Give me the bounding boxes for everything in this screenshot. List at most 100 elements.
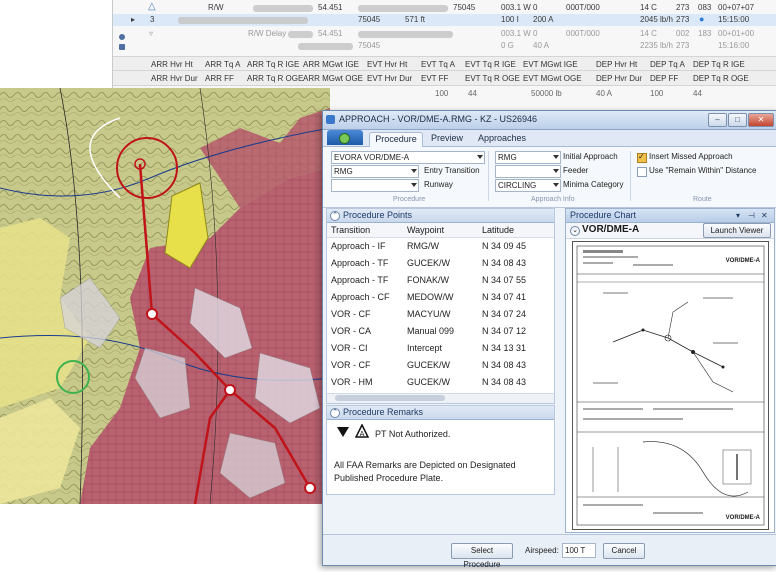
expand-icon[interactable] [119, 44, 125, 50]
minima-category-combo[interactable]: CIRCLING [495, 179, 561, 192]
tab-procedure[interactable]: Procedure [369, 132, 423, 147]
dropdown-arrow-icon [553, 155, 559, 159]
maximize-button[interactable]: □ [728, 113, 747, 127]
column-waypoint[interactable]: Waypoint [407, 225, 444, 235]
feeder-combo[interactable] [495, 165, 561, 178]
initial-approach-label: Initial Approach [563, 152, 618, 161]
select-procedure-button[interactable]: Select Procedure [451, 543, 513, 569]
grid-cell: 2045 lb/h [640, 15, 673, 24]
procedure-points-panel: ⌃ Procedure Points Transition Waypoint L… [326, 208, 555, 404]
waypoint-cell: MACYU/W [407, 309, 451, 319]
expand-icon[interactable] [119, 34, 125, 40]
grid-cell: 273 [676, 41, 690, 50]
waypoint-cell: MEDOW/W [407, 292, 454, 302]
latitude-cell: N 34 08 43 [482, 360, 527, 370]
cancel-button[interactable]: Cancel [603, 543, 645, 559]
app-menu-button[interactable] [327, 130, 363, 145]
transition-cell: Approach - IF [331, 241, 386, 251]
procedure-point-row[interactable]: VOR - CF GUCEK/W N 34 08 43 [327, 357, 554, 374]
window-titlebar[interactable]: APPROACH - VOR/DME-A.RMG - KZ - US26946 … [323, 111, 776, 130]
procedure-remarks-header[interactable]: ⌃ Procedure Remarks [327, 406, 554, 420]
airspeed-label: Airspeed: [525, 546, 559, 555]
plate-title-top: VOR/DME-A [725, 258, 760, 264]
procedure-point-row[interactable]: Approach - IF RMG/W N 34 09 45 [327, 238, 554, 255]
insert-missed-approach-label: Insert Missed Approach [649, 152, 733, 161]
grid-cell: 75045 [358, 15, 381, 24]
latitude-cell: N 34 07 12 [482, 326, 527, 336]
window-title: APPROACH - VOR/DME-A.RMG - KZ - US26946 [339, 114, 538, 124]
procedure-point-row[interactable]: Approach - TF GUCEK/W N 34 08 43 [327, 255, 554, 272]
procedure-point-row[interactable]: VOR - CF MACYU/W N 34 07 24 [327, 306, 554, 323]
transition-cell: VOR - CI [331, 343, 368, 353]
transition-cell: Approach - TF [331, 275, 389, 285]
column-latitude[interactable]: Latitude [482, 225, 514, 235]
dropdown-arrow-icon [553, 169, 559, 173]
tab-approaches[interactable]: Approaches [473, 132, 531, 146]
procedure-points-header[interactable]: ⌃ Procedure Points [327, 209, 554, 223]
grid-cell: 000T/000 [566, 3, 600, 12]
collapse-icon[interactable]: ⌃ [330, 408, 340, 418]
procedure-point-row[interactable]: Approach - TF FONAK/W N 34 07 55 [327, 272, 554, 289]
procedure-combo[interactable]: EVORA VOR/DME-A [331, 151, 485, 164]
launch-viewer-button[interactable]: Launch Viewer [703, 223, 771, 238]
window-footer: Select Procedure Airspeed: 100 T Cancel [323, 534, 776, 569]
waypoint-cell: FONAK/W [407, 275, 449, 285]
grid-cell: 15:16:00 [718, 41, 750, 50]
transition-cell: VOR - CF [331, 360, 371, 370]
column-transition[interactable]: Transition [331, 225, 370, 235]
info-icon[interactable]: ● [699, 14, 704, 24]
grid-cell: 273 [676, 15, 690, 24]
chart-expand-icon[interactable]: ⌄ [570, 226, 580, 236]
close-button[interactable]: ✕ [748, 113, 774, 127]
latitude-cell: N 34 07 24 [482, 309, 527, 319]
waypoint-cell: Intercept [407, 343, 443, 353]
initial-approach-combo[interactable]: RMG [495, 151, 561, 164]
procedure-remarks-panel: ⌃ Procedure Remarks A PT Not Authorized.… [326, 405, 555, 495]
dock-icon[interactable]: ⊣ [748, 209, 755, 222]
pin-icon[interactable]: ▾ [736, 209, 740, 222]
pt-not-authorized-text: PT Not Authorized. [375, 429, 451, 439]
scrollbar-thumb[interactable] [335, 395, 445, 401]
approach-plate[interactable]: VOR/DME-A VOR/DME-A [572, 241, 769, 530]
grid-cell: 100 I [501, 15, 519, 24]
transition-cell: Approach - TF [331, 258, 389, 268]
insert-missed-approach-checkbox[interactable] [637, 152, 647, 163]
procedure-point-row[interactable]: VOR - HM GUCEK/W N 34 08 43 [327, 374, 554, 391]
remain-within-checkbox[interactable] [637, 167, 647, 177]
dropdown-arrow-icon [411, 183, 417, 187]
close-pane-icon[interactable]: ✕ [761, 209, 768, 222]
grid-cell: 000T/000 [566, 29, 600, 38]
airspeed-input[interactable]: 100 T [562, 543, 596, 558]
waypoint-cell: GUCEK/W [407, 377, 451, 387]
grid-row[interactable]: ▿ R/W Delay 54.451 003.1 W 0 000T/000 14… [113, 28, 776, 40]
grid-cell: 0 [533, 29, 538, 38]
grid-cell: 0 G [501, 41, 514, 50]
grid-cell: 00+01+00 [718, 29, 755, 38]
procedure-point-row[interactable]: Approach - CF MEDOW/W N 34 07 41 [327, 289, 554, 306]
procedure-chart-header[interactable]: Procedure Chart ▾ ⊣ ✕ [566, 209, 774, 223]
procedure-chart-panel: Procedure Chart ▾ ⊣ ✕ ⌄ VOR/DME-A Launch… [565, 208, 775, 533]
grid-row[interactable]: △ R/W 54.451 75045 003.1 W 0 000T/000 14… [113, 1, 776, 14]
dropdown-arrow-icon [477, 155, 483, 159]
grid-cell: 3 [150, 15, 155, 24]
horizontal-scrollbar[interactable] [327, 393, 554, 403]
svg-text:A: A [360, 430, 365, 438]
procedure-point-row[interactable]: VOR - CI Intercept N 34 13 31 [327, 340, 554, 357]
grid-cell: 40 A [533, 41, 550, 50]
sectional-map[interactable] [0, 88, 330, 504]
collapse-icon[interactable]: ⌃ [330, 211, 340, 221]
app-orb-icon [339, 133, 350, 144]
app-icon [326, 115, 335, 124]
runway-combo[interactable] [331, 179, 419, 192]
grid-row[interactable]: 75045 0 G 40 A 2235 lb/h 273 15:16:00 [113, 40, 776, 52]
procedure-point-row[interactable]: VOR - CA Manual 099 N 34 07 12 [327, 323, 554, 340]
feeder-label: Feeder [563, 166, 589, 175]
map-canvas [0, 88, 330, 504]
grid-cell: 14 C [640, 29, 657, 38]
transition-cell: VOR - CF [331, 309, 371, 319]
minimize-button[interactable]: – [708, 113, 727, 127]
entry-transition-combo[interactable]: RMG [331, 165, 419, 178]
grid-row-selected[interactable]: ▸ 3 75045 571 ft 100 I 200 A 2045 lb/h 2… [113, 14, 776, 26]
tab-preview[interactable]: Preview [425, 132, 469, 146]
transition-cell: Approach - CF [331, 292, 390, 302]
